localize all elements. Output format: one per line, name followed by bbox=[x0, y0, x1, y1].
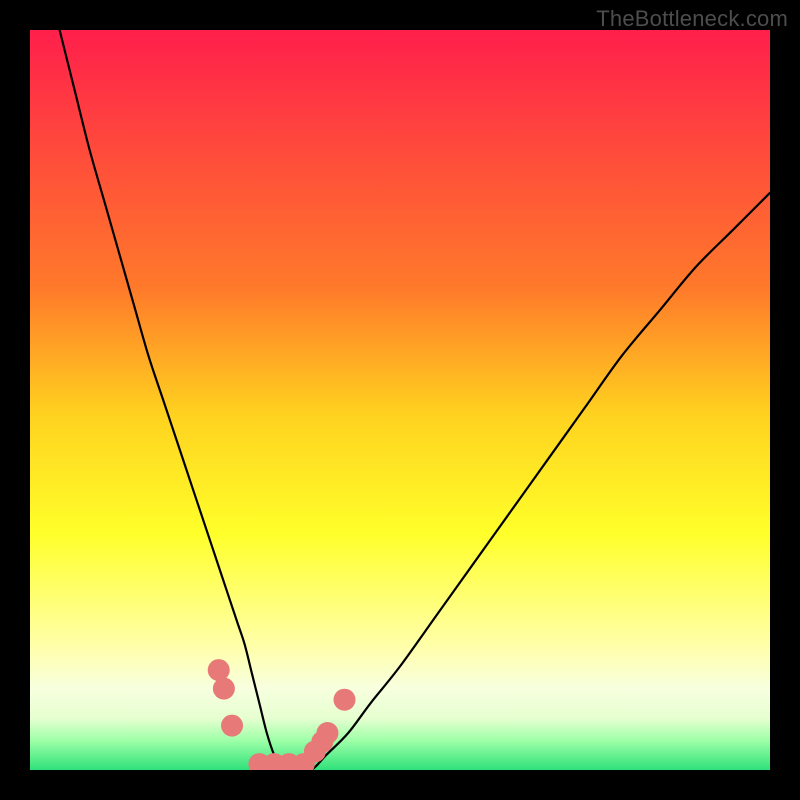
gradient-background bbox=[30, 30, 770, 770]
data-marker bbox=[221, 715, 243, 737]
data-marker bbox=[213, 678, 235, 700]
chart-svg bbox=[30, 30, 770, 770]
data-marker bbox=[334, 689, 356, 711]
watermark-label: TheBottleneck.com bbox=[596, 6, 788, 32]
data-marker bbox=[316, 722, 338, 744]
data-marker bbox=[208, 659, 230, 681]
chart-frame: TheBottleneck.com bbox=[0, 0, 800, 800]
plot-area bbox=[30, 30, 770, 770]
